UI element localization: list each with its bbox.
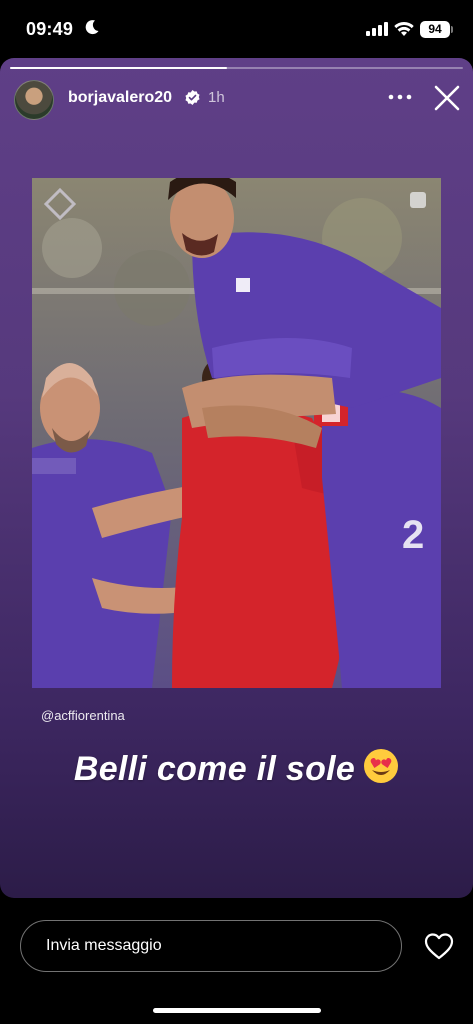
verified-icon — [185, 90, 200, 105]
status-time: 09:49 — [26, 19, 74, 39]
story-caption: Belli come il sole — [0, 748, 473, 789]
heart-icon[interactable] — [424, 932, 454, 960]
mention-tag[interactable]: @acffiorentina — [41, 708, 125, 723]
battery-tip — [451, 26, 453, 33]
battery-icon: 94 — [420, 21, 450, 38]
more-icon[interactable] — [386, 86, 414, 108]
heart-eyes-emoji — [364, 749, 399, 783]
moon-icon — [85, 20, 99, 35]
avatar[interactable] — [14, 80, 54, 120]
story-progress-fill — [10, 67, 228, 69]
story-age: 1h — [208, 89, 225, 106]
story-card[interactable]: borjavalero20 1h 2 @acffiorentina Belli … — [0, 58, 473, 898]
story-progress-bar — [10, 67, 463, 69]
close-icon[interactable] — [432, 84, 462, 112]
message-placeholder: Invia messaggio — [46, 937, 162, 954]
caption-text: Belli come il sole — [73, 750, 356, 788]
home-indicator — [153, 1008, 321, 1013]
message-input[interactable]: Invia messaggio — [20, 920, 402, 972]
signal-icon — [366, 22, 388, 36]
status-bar: 09:49 94 — [0, 0, 473, 56]
story-photo: 2 — [32, 178, 441, 688]
wifi-icon — [394, 22, 414, 36]
svg-text:2: 2 — [402, 513, 424, 557]
story-username[interactable]: borjavalero20 — [68, 89, 172, 107]
